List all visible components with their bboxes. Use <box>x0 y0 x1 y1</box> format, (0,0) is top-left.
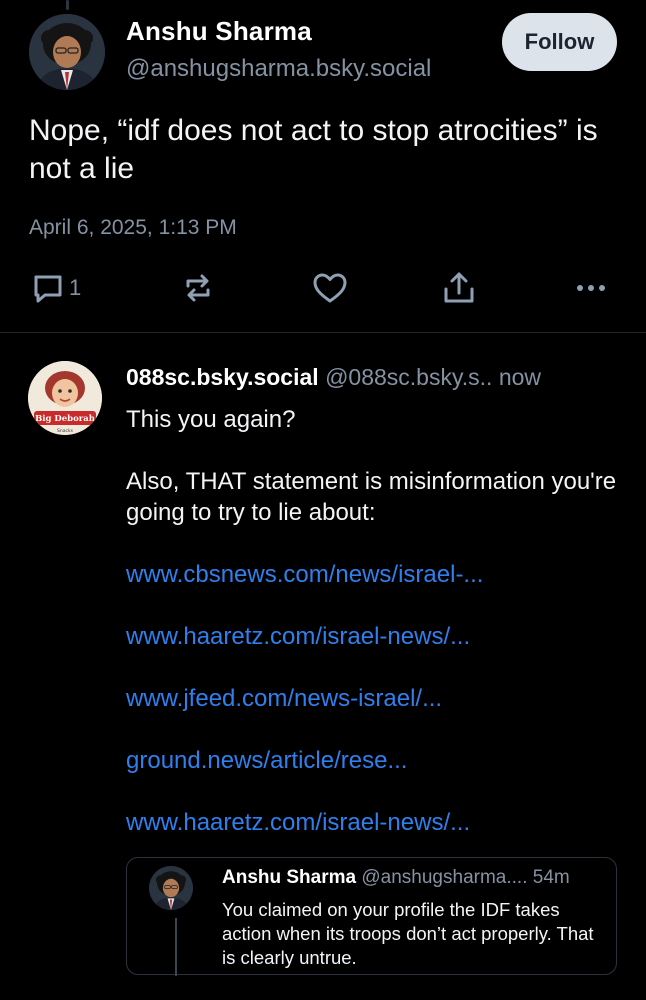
avatar-logo-subtext: Snacks <box>57 428 74 434</box>
post-thread-view: Anshu Sharma @anshugsharma.bsky.social F… <box>0 0 646 1000</box>
author-name[interactable]: Anshu Sharma <box>126 16 312 47</box>
reply-author-handle[interactable]: @088sc.bsky.s.. <box>325 364 492 390</box>
quote-author-name: Anshu Sharma <box>222 867 357 888</box>
avatar[interactable]: Big Deborah Snacks <box>28 361 102 435</box>
post-actions: 1 <box>0 266 646 310</box>
more-icon <box>574 278 608 298</box>
reply-button[interactable]: 1 <box>31 266 81 310</box>
repost-icon <box>180 270 216 306</box>
reply-paragraph: This you again? <box>126 406 296 433</box>
avatar <box>149 866 193 910</box>
quoted-post[interactable]: Anshu Sharma @anshugsharma.... 54m You c… <box>126 857 617 976</box>
reply-link[interactable]: ground.news/article/rese... <box>126 745 626 776</box>
author-handle[interactable]: @anshugsharma.bsky.social <box>126 55 431 83</box>
avatar[interactable] <box>29 14 105 90</box>
avatar-logo-text: Big Deborah <box>35 414 95 424</box>
reply-link[interactable]: www.jfeed.com/news-israel/... <box>126 683 626 714</box>
heart-icon <box>311 270 349 306</box>
quote-text: You claimed on your profile the IDF take… <box>222 899 594 968</box>
reply-text: This you again? Also, THAT statement is … <box>126 404 626 869</box>
quote-author-handle: @anshugsharma.... <box>361 867 528 888</box>
post-text: Nope, “idf does not act to stop atrociti… <box>29 114 598 185</box>
quote-time: 54m <box>532 867 570 888</box>
share-icon <box>440 269 478 307</box>
post-timestamp: April 6, 2025, 1:13 PM <box>29 216 237 239</box>
reply-link[interactable]: www.haaretz.com/israel-news/... <box>126 807 626 838</box>
share-button[interactable] <box>440 266 478 310</box>
quote-header: Anshu Sharma @anshugsharma.... 54m <box>222 867 602 889</box>
reply-link[interactable]: www.cbsnews.com/news/israel-... <box>126 559 626 590</box>
main-post: Anshu Sharma @anshugsharma.bsky.social F… <box>0 0 646 333</box>
reply-count: 1 <box>69 275 82 300</box>
follow-button[interactable]: Follow <box>502 13 617 71</box>
reply-header: 088sc.bsky.social @088sc.bsky.s.. now <box>126 364 626 391</box>
like-button[interactable] <box>311 266 349 310</box>
reply-paragraph: Also, THAT statement is misinformation y… <box>126 468 617 526</box>
more-button[interactable] <box>574 266 608 310</box>
reply-link[interactable]: www.haaretz.com/israel-news/... <box>126 621 626 652</box>
repost-button[interactable] <box>180 266 216 310</box>
reply-author-name[interactable]: 088sc.bsky.social <box>126 364 319 390</box>
divider <box>0 332 646 333</box>
thread-line <box>175 918 177 976</box>
reply-icon <box>31 271 65 305</box>
reply-time: now <box>498 364 542 390</box>
